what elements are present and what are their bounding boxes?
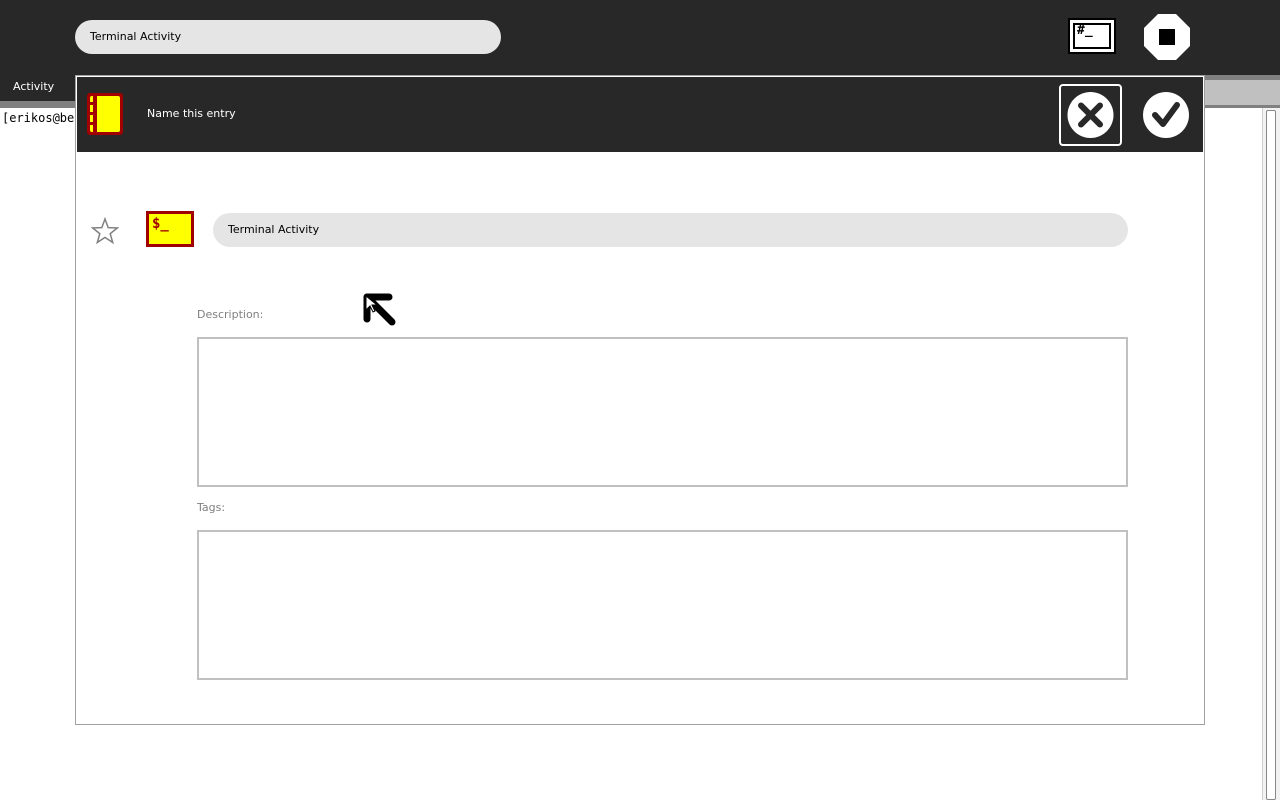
description-label: Description:	[197, 308, 264, 321]
tags-textarea[interactable]	[197, 530, 1128, 680]
journal-icon	[87, 93, 123, 135]
terminal-icon: #_	[1073, 23, 1111, 49]
activity-icon-glyph: $_	[152, 216, 169, 232]
title-input[interactable]: Terminal Activity	[75, 20, 501, 54]
stop-icon[interactable]	[1144, 14, 1190, 60]
subbar-edge	[1200, 80, 1280, 105]
terminal-prompt: [erikos@bee	[2, 111, 82, 125]
dialog-title: Name this entry	[147, 107, 236, 120]
cancel-button[interactable]	[1059, 84, 1122, 146]
cancel-icon	[1067, 92, 1114, 138]
mouse-cursor-icon	[363, 293, 396, 326]
ok-button[interactable]	[1135, 84, 1197, 146]
scrollbar-thumb[interactable]	[1266, 110, 1276, 800]
tab-activity[interactable]: Activity	[0, 75, 75, 101]
favorite-star-icon[interactable]	[91, 217, 119, 245]
terminal-activity-icon[interactable]: $_	[146, 211, 194, 247]
dialog-header	[77, 77, 1203, 152]
description-textarea[interactable]	[197, 337, 1128, 487]
tags-label: Tags:	[197, 501, 226, 514]
entry-name-input[interactable]: Terminal Activity	[213, 213, 1128, 247]
terminal-button[interactable]: #_	[1068, 18, 1116, 54]
